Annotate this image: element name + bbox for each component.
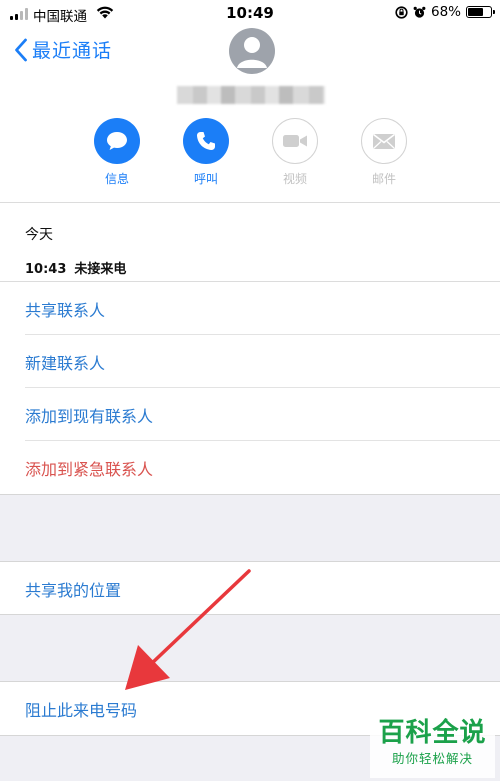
call-button[interactable]: 呼叫 <box>176 118 236 187</box>
back-label: 最近通话 <box>32 40 113 62</box>
share-location-item[interactable]: 共享我的位置 <box>0 562 500 615</box>
call-day: 今天 <box>25 227 53 243</box>
section-gap <box>0 615 500 681</box>
avatar[interactable] <box>229 28 275 74</box>
status-bar: 中国联通 10:49 68% <box>0 0 500 28</box>
phone-icon <box>197 132 215 150</box>
call-history: 今天 10:43 未接来电 <box>25 224 126 277</box>
call-status: 未接来电 <box>74 262 127 277</box>
video-button[interactable]: 视频 <box>265 118 325 187</box>
alarm-icon <box>413 6 426 18</box>
new-contact-label: 新建联系人 <box>25 353 106 373</box>
message-icon <box>107 132 127 150</box>
contact-actions: 信息 呼叫 视频 邮件 <box>0 118 500 188</box>
battery-percent: 68% <box>430 4 461 20</box>
blurred-contact-number <box>177 86 325 104</box>
divider <box>0 202 500 203</box>
call-entry: 10:43 未接来电 <box>25 258 126 277</box>
add-emergency-label: 添加到紧急联系人 <box>25 459 154 479</box>
new-contact-item[interactable]: 新建联系人 <box>0 335 500 388</box>
share-contact-item[interactable]: 共享联系人 <box>0 282 500 335</box>
rotation-lock-icon <box>395 5 408 19</box>
add-existing-label: 添加到现有联系人 <box>25 406 154 426</box>
chevron-left-icon <box>15 38 27 61</box>
watermark-subtitle: 助你轻松解决 <box>391 751 473 766</box>
battery-icon <box>466 6 495 18</box>
section-gap <box>0 495 500 561</box>
back-button[interactable]: 最近通话 <box>14 36 112 63</box>
share-location-label: 共享我的位置 <box>25 580 122 600</box>
add-existing-contact-item[interactable]: 添加到现有联系人 <box>0 388 500 441</box>
add-emergency-contact-item[interactable]: 添加到紧急联系人 <box>0 441 500 494</box>
watermark-logo: 百科全说 助你轻松解决 <box>370 718 495 778</box>
message-button[interactable]: 信息 <box>87 118 147 187</box>
watermark-title: 百科全说 <box>378 718 487 748</box>
video-icon <box>283 135 307 147</box>
call-time: 10:43 <box>25 262 67 277</box>
block-caller-label: 阻止此来电号码 <box>25 700 138 720</box>
person-icon <box>237 37 267 68</box>
status-right: 68% <box>395 4 495 20</box>
mail-button[interactable]: 邮件 <box>354 118 414 187</box>
mail-icon <box>373 133 395 149</box>
share-contact-label: 共享联系人 <box>25 300 106 320</box>
